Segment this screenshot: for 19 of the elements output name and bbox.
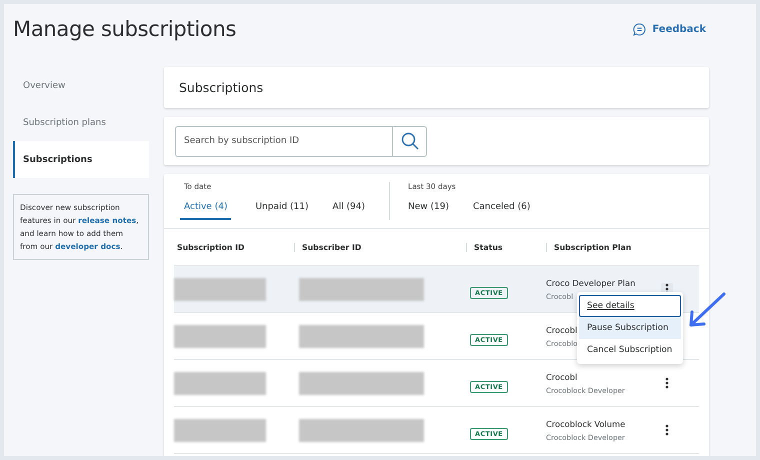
plan-name: Crocobl: [546, 324, 578, 334]
filter-tab[interactable]: Unpaid (11): [255, 202, 309, 220]
sidebar-item[interactable]: Overview: [13, 67, 149, 104]
filter-tab[interactable]: Active (4): [180, 202, 232, 220]
search-field[interactable]: Search by subscription ID: [175, 126, 392, 156]
plan-name: Croco Developer Plan: [546, 278, 636, 288]
filter-tab[interactable]: Canceled (6): [473, 202, 530, 220]
sidebar-item[interactable]: Subscription plans: [13, 104, 149, 141]
filter-tab[interactable]: New (19): [408, 202, 449, 220]
filter-tab[interactable]: All (94): [332, 202, 366, 220]
plan-name: Crocobl: [546, 372, 578, 382]
page-title: Manage subscriptions: [13, 17, 236, 41]
menu-item[interactable]: Pause Subscription: [579, 317, 681, 339]
menu-item[interactable]: Cancel Subscription: [579, 339, 681, 361]
section-title: Subscriptions: [179, 80, 264, 95]
sidebar-item[interactable]: Subscriptions: [13, 141, 149, 178]
menu-item[interactable]: See details: [579, 295, 681, 317]
plan-name: Crocoblock Volume: [546, 418, 626, 428]
feedback-link[interactable]: Feedback: [633, 22, 706, 36]
